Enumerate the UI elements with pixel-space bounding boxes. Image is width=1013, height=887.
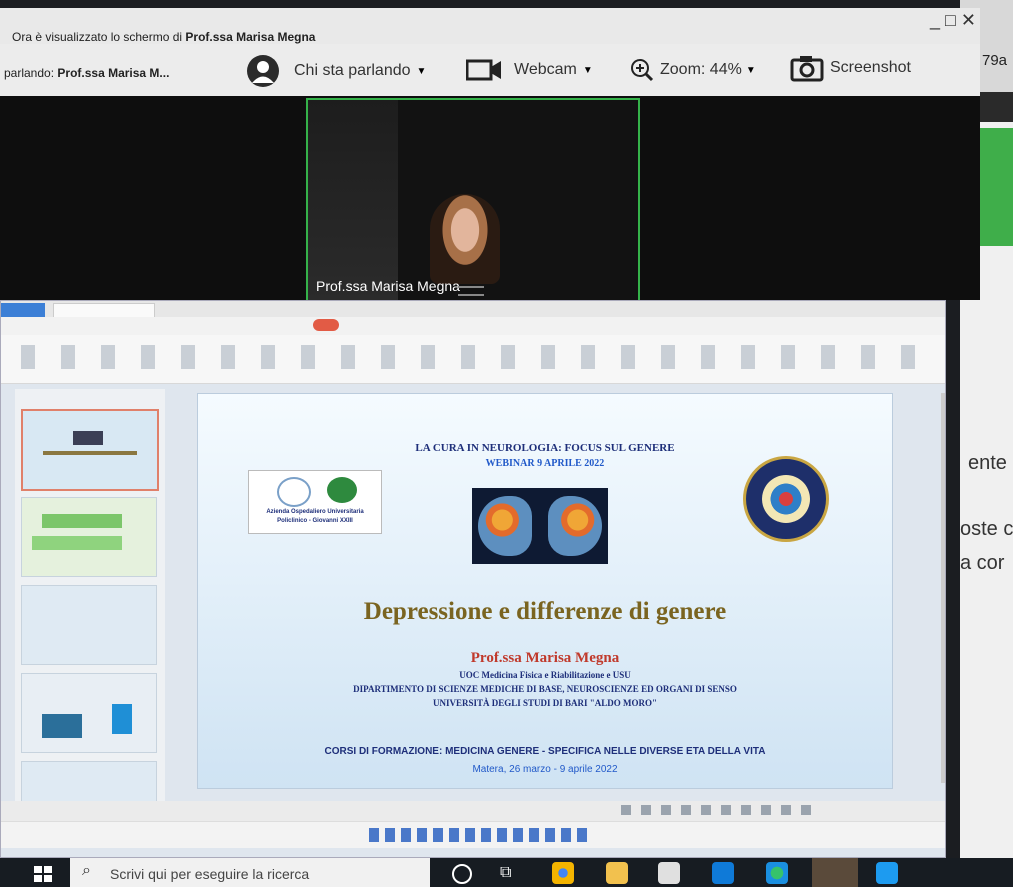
background-text-1: ente [968, 452, 1007, 474]
slide-thumbnails [15, 389, 165, 809]
shared-tab-home [1, 303, 45, 317]
video-camera-icon [466, 59, 501, 81]
speaking-name: Prof.ssa Marisa M... [57, 66, 170, 80]
shared-window-titlebar [1, 301, 945, 319]
cortana-icon[interactable] [452, 864, 472, 884]
file-explorer-icon[interactable] [606, 862, 628, 884]
participant-name: Prof.ssa Marisa Megna [316, 278, 460, 294]
viewing-banner: Ora è visualizzato lo schermo di Prof.ss… [12, 30, 315, 44]
speaker-view-label: Chi sta parlando [294, 62, 411, 79]
slide-main-title: Depressione e differenze di genere [363, 598, 727, 625]
slide-affiliation-3: UNIVERSITÀ DEGLI STUDI DI BARI "ALDO MOR… [432, 698, 658, 708]
zoom-app-icon[interactable] [876, 862, 898, 884]
window-controls: _ □ ✕ [930, 10, 976, 31]
participant-video[interactable]: Prof.ssa Marisa Megna [306, 98, 640, 302]
search-placeholder: Scrivi qui per eseguire la ricerca [110, 866, 310, 882]
shared-screen: LA CURA IN NEUROLOGIA: FOCUS SUL GENERE … [0, 300, 946, 858]
zoom-titlebar: Ora è visualizzato lo schermo di Prof.ss… [0, 8, 980, 44]
mail-icon[interactable] [712, 862, 734, 884]
windows-logo-icon [34, 866, 52, 882]
thumbnail-1[interactable] [21, 409, 159, 491]
slide-header-title: LA CURA IN NEUROLOGIA: FOCUS SUL GENERE [415, 442, 675, 454]
background-text-2: oste c [960, 518, 1013, 540]
hospital-logo: Azienda Ospedaliero Universitaria Policl… [248, 470, 382, 534]
background-text-3: a cor [960, 552, 1005, 574]
maximize-button[interactable]: □ [945, 10, 956, 30]
ribbon-toolbar [1, 335, 945, 384]
slide-place-date: Matera, 26 marzo - 9 aprile 2022 [472, 764, 618, 775]
shared-taskbar-icons [369, 828, 591, 842]
windows-start-button[interactable] [34, 866, 52, 887]
thumbnail-3[interactable] [21, 585, 157, 665]
thumbnail-5[interactable] [21, 761, 157, 803]
user-avatar-icon [247, 55, 279, 87]
webcam-label: Webcam [514, 61, 577, 78]
slide-canvas: LA CURA IN NEUROLOGIA: FOCUS SUL GENERE … [197, 393, 893, 789]
webcam-button[interactable]: Webcam ▼ [466, 58, 593, 82]
brain-heads-image [472, 488, 608, 564]
thumbnail-2[interactable] [21, 497, 157, 577]
slide-affiliation-1: UOC Medicina Fisica e Riabilitazione e U… [459, 670, 631, 680]
chevron-down-icon: ▼ [582, 64, 593, 76]
slide-course: CORSI DI FORMAZIONE: MEDICINA GENERE - S… [324, 746, 766, 757]
store-icon[interactable] [658, 862, 680, 884]
viewing-text: Ora è visualizzato lo schermo di [12, 30, 186, 44]
close-button[interactable]: ✕ [961, 10, 976, 30]
zoom-level-label: Zoom: 44% [660, 61, 742, 78]
view-controls[interactable] [621, 805, 821, 815]
chevron-down-icon: ▼ [416, 65, 427, 77]
zoom-level-button[interactable]: Zoom: 44% ▼ [630, 58, 756, 82]
active-speaker: parlando: Prof.ssa Marisa M... [4, 66, 169, 80]
search-icon: ⌕ [82, 862, 91, 879]
camera-icon [790, 56, 824, 82]
background-text-top: 79a [982, 52, 1008, 69]
edge-icon[interactable] [766, 862, 788, 884]
chevron-down-icon: ▼ [745, 64, 756, 76]
shared-taskbar [1, 821, 945, 848]
screenshot-label: Screenshot [830, 59, 911, 76]
viewing-name: Prof.ssa Marisa Megna [185, 30, 316, 44]
ribbon-tabs [1, 317, 945, 335]
background-green-block [980, 128, 1013, 246]
logo-text-2: Policlinico - Giovanni XXIII [277, 518, 353, 524]
slide-scrollbar[interactable] [941, 393, 945, 783]
taskbar-search[interactable]: ⌕ Scrivi qui per eseguire la ricerca [70, 858, 430, 887]
zoom-window: Ora è visualizzato lo schermo di Prof.ss… [0, 8, 980, 302]
resize-handle[interactable] [458, 286, 484, 296]
chrome-icon[interactable] [552, 862, 574, 884]
active-app-icon[interactable] [812, 858, 858, 887]
minimize-button[interactable]: _ [930, 10, 940, 30]
participant-image [430, 194, 500, 284]
task-view-icon[interactable]: ⧉ [500, 864, 511, 882]
slide-affiliation-2: DIPARTIMENTO DI SCIENZE MEDICHE DI BASE,… [353, 684, 737, 694]
ribbon-icons [21, 345, 921, 369]
windows-taskbar: ⌕ Scrivi qui per eseguire la ricerca ⧉ [0, 858, 1013, 887]
ribbon-active-tab [313, 319, 339, 331]
university-seal [743, 456, 829, 542]
speaker-view-button[interactable]: Chi sta parlando ▼ [246, 54, 426, 88]
slide-author: Prof.ssa Marisa Megna [470, 650, 620, 666]
zoom-in-icon [631, 59, 654, 82]
zoom-toolbar: parlando: Prof.ssa Marisa M... Chi sta p… [0, 44, 980, 97]
logo-text-1: Azienda Ospedaliero Universitaria [266, 509, 364, 515]
speaking-label: parlando: [4, 66, 55, 80]
screenshot-button[interactable]: Screenshot [790, 54, 911, 82]
thumbnail-4[interactable] [21, 673, 157, 753]
status-bar [1, 801, 945, 821]
